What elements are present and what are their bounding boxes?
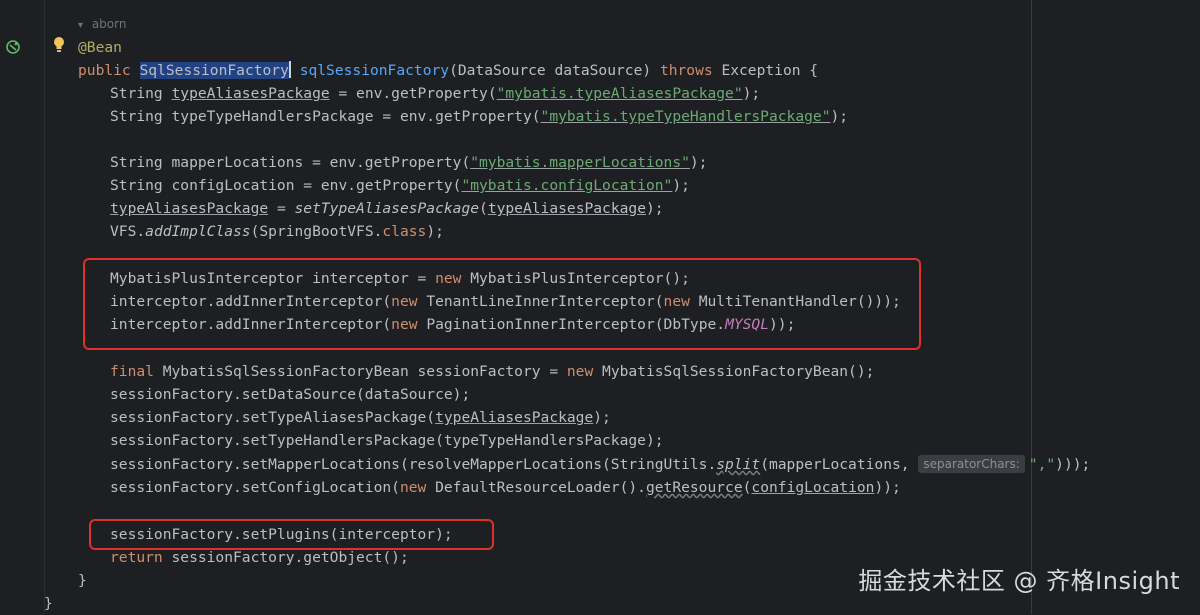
code-line[interactable]: sessionFactory.setDataSource(dataSource)…	[110, 383, 470, 406]
text-caret	[288, 61, 291, 78]
code-line[interactable]: sessionFactory.setTypeHandlersPackage(ty…	[110, 429, 664, 452]
code-line[interactable]: String typeAliasesPackage = env.getPrope…	[110, 82, 760, 105]
code-line[interactable]: sessionFactory.setMapperLocations(resolv…	[110, 453, 1090, 476]
code-line[interactable]: sessionFactory.setConfigLocation(new Def…	[110, 476, 901, 499]
code-line[interactable]: String typeTypeHandlersPackage = env.get…	[110, 105, 848, 128]
parameter-hint: separatorChars:	[918, 455, 1025, 473]
code-line[interactable]: String mapperLocations = env.getProperty…	[110, 151, 707, 174]
code-line[interactable]: sessionFactory.setTypeAliasesPackage(typ…	[110, 406, 611, 429]
code-line[interactable]: String configLocation = env.getProperty(…	[110, 174, 690, 197]
code-line-class-close[interactable]: }	[44, 592, 53, 615]
code-line-method-close[interactable]: }	[78, 569, 87, 592]
code-line[interactable]: final MybatisSqlSessionFactoryBean sessi…	[110, 360, 874, 383]
code-line-method-signature[interactable]: public SqlSessionFactory sqlSessionFacto…	[78, 59, 818, 82]
code-line-annotation[interactable]: @Bean	[78, 36, 122, 59]
code-line[interactable]: typeAliasesPackage = setTypeAliasesPacka…	[110, 197, 664, 220]
right-margin-guide	[1031, 0, 1032, 614]
author-name: aborn	[91, 17, 127, 31]
watermark: 掘金技术社区 @ 齐格Insight	[858, 567, 1180, 595]
selected-type: SqlSessionFactory	[139, 62, 289, 79]
highlight-box-interceptor	[83, 258, 921, 350]
code-line[interactable]: VFS.addImplClass(SpringBootVFS.class);	[110, 220, 444, 243]
run-bean-icon[interactable]	[5, 39, 21, 55]
person-icon: ▾	[78, 20, 84, 31]
lightbulb-icon[interactable]	[52, 36, 66, 54]
editor-gutter	[0, 0, 44, 614]
gutter-divider	[44, 0, 45, 614]
code-author-hint[interactable]: ▾ aborn	[78, 14, 126, 36]
highlight-box-set-plugins	[89, 519, 494, 550]
